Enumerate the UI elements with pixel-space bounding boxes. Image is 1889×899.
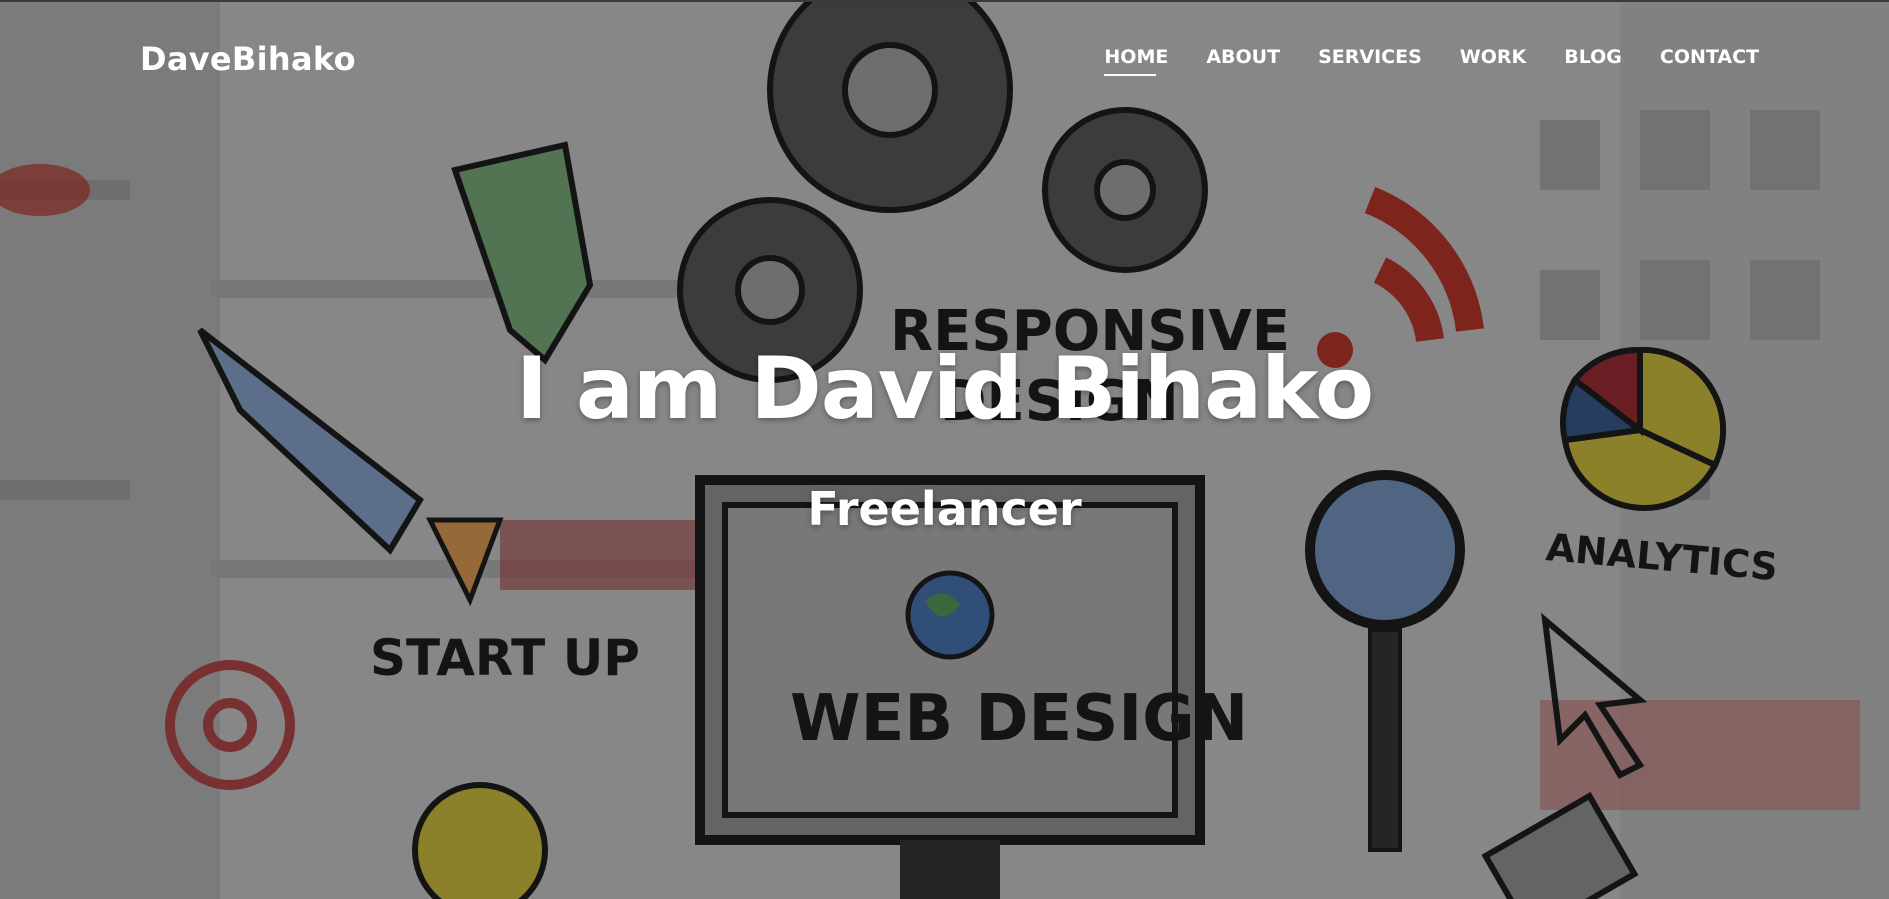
- nav-item-home: HOME: [1104, 46, 1168, 76]
- nav-link-contact[interactable]: CONTACT: [1660, 46, 1759, 76]
- hero-subtitle: Freelancer: [807, 482, 1082, 536]
- hero-text-block: I am David Bihako Freelancer: [0, 346, 1889, 532]
- nav-item-about: ABOUT: [1206, 46, 1280, 76]
- nav-item-work: WORK: [1460, 46, 1526, 76]
- nav-link-services[interactable]: SERVICES: [1318, 46, 1422, 76]
- brand-logo-link[interactable]: DaveBihako: [140, 40, 356, 78]
- top-navbar: DaveBihako HOME ABOUT SERVICES WORK BLOG…: [0, 0, 1889, 114]
- nav-link-work[interactable]: WORK: [1460, 46, 1526, 76]
- nav-item-contact: CONTACT: [1660, 46, 1759, 76]
- nav-link-home[interactable]: HOME: [1104, 46, 1168, 76]
- main-nav: HOME ABOUT SERVICES WORK BLOG CONTACT: [1104, 46, 1759, 76]
- nav-link-blog[interactable]: BLOG: [1564, 46, 1622, 76]
- nav-item-blog: BLOG: [1564, 46, 1622, 76]
- hero-title: I am David Bihako: [515, 339, 1374, 439]
- nav-link-about[interactable]: ABOUT: [1206, 46, 1280, 76]
- nav-item-services: SERVICES: [1318, 46, 1422, 76]
